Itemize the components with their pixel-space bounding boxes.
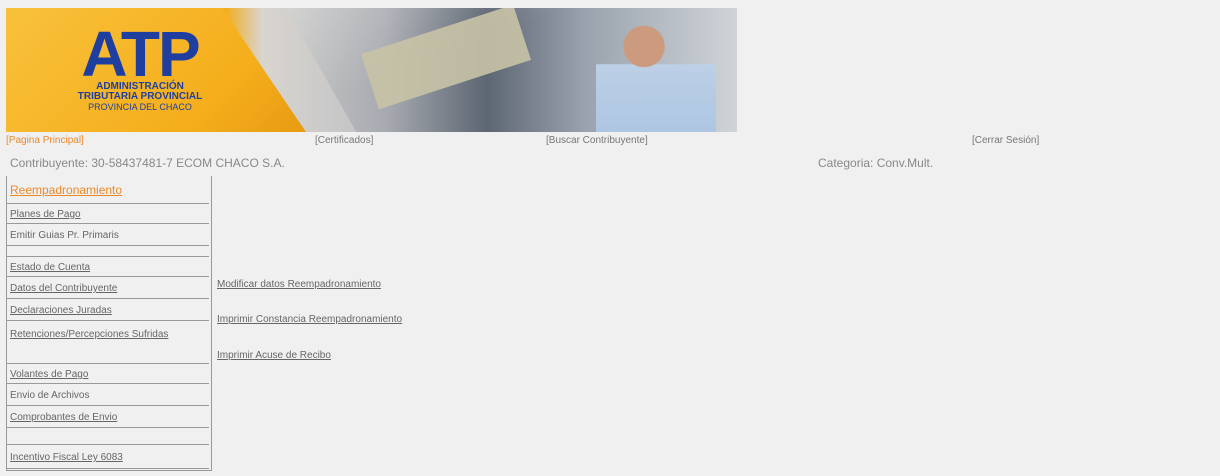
header-banner: ATP ADMINISTRACIÓN TRIBUTARIA PROVINCIAL… bbox=[6, 8, 737, 132]
sidebar-item-emitir-guias[interactable]: Emitir Guias Pr. Primaris bbox=[7, 225, 209, 246]
print-constancia-link[interactable]: Imprimir Constancia Reempadronamiento bbox=[217, 314, 402, 325]
sidebar-item-planes-de-pago[interactable]: Planes de Pago bbox=[7, 205, 209, 224]
category-info: Categoria: Conv.Mult. bbox=[818, 156, 934, 170]
banner-person-image bbox=[596, 18, 716, 132]
sidebar-item-volantes-de-pago[interactable]: Volantes de Pago bbox=[7, 365, 209, 384]
sidebar-item-declaraciones-juradas[interactable]: Declaraciones Juradas bbox=[7, 300, 209, 321]
sidebar-menu: Reempadronamiento Planes de Pago Emitir … bbox=[6, 176, 212, 471]
sidebar-item-retenciones[interactable]: Retenciones/Percepciones Sufridas bbox=[7, 322, 209, 364]
sidebar-item-estado-de-cuenta[interactable]: Estado de Cuenta bbox=[7, 258, 209, 277]
nav-search-contributor-link[interactable]: [Buscar Contribuyente] bbox=[546, 135, 648, 146]
sidebar-spacer bbox=[7, 429, 209, 445]
nav-home-link[interactable]: [Pagina Principal] bbox=[6, 135, 84, 146]
modify-reempadronamiento-link[interactable]: Modificar datos Reempadronamiento bbox=[217, 279, 381, 290]
nav-certificates-link[interactable]: [Certificados] bbox=[315, 135, 373, 146]
atp-logo: ATP ADMINISTRACIÓN TRIBUTARIA PROVINCIAL… bbox=[70, 18, 210, 112]
nav-logout-link[interactable]: [Cerrar Sesión] bbox=[972, 135, 1039, 146]
logo-line-2: TRIBUTARIA PROVINCIAL bbox=[77, 91, 203, 102]
print-acuse-link[interactable]: Imprimir Acuse de Recibo bbox=[217, 350, 331, 361]
sidebar-spacer bbox=[7, 247, 209, 257]
logo-acronym: ATP bbox=[81, 18, 200, 90]
sidebar-item-envio-archivos[interactable]: Envio de Archivos bbox=[7, 385, 209, 406]
logo-line-3: PROVINCIA DEL CHACO bbox=[88, 102, 192, 112]
sidebar-item-comprobantes-envio[interactable]: Comprobantes de Envio bbox=[7, 407, 209, 428]
sidebar-item-datos-contribuyente[interactable]: Datos del Contribuyente bbox=[7, 278, 209, 299]
contributor-info: Contribuyente: 30-58437481-7 ECOM CHACO … bbox=[10, 156, 285, 170]
sidebar-item-reempadronamiento[interactable]: Reempadronamiento bbox=[7, 176, 209, 204]
sidebar-item-incentivo-fiscal[interactable]: Incentivo Fiscal Ley 6083 bbox=[7, 446, 209, 469]
